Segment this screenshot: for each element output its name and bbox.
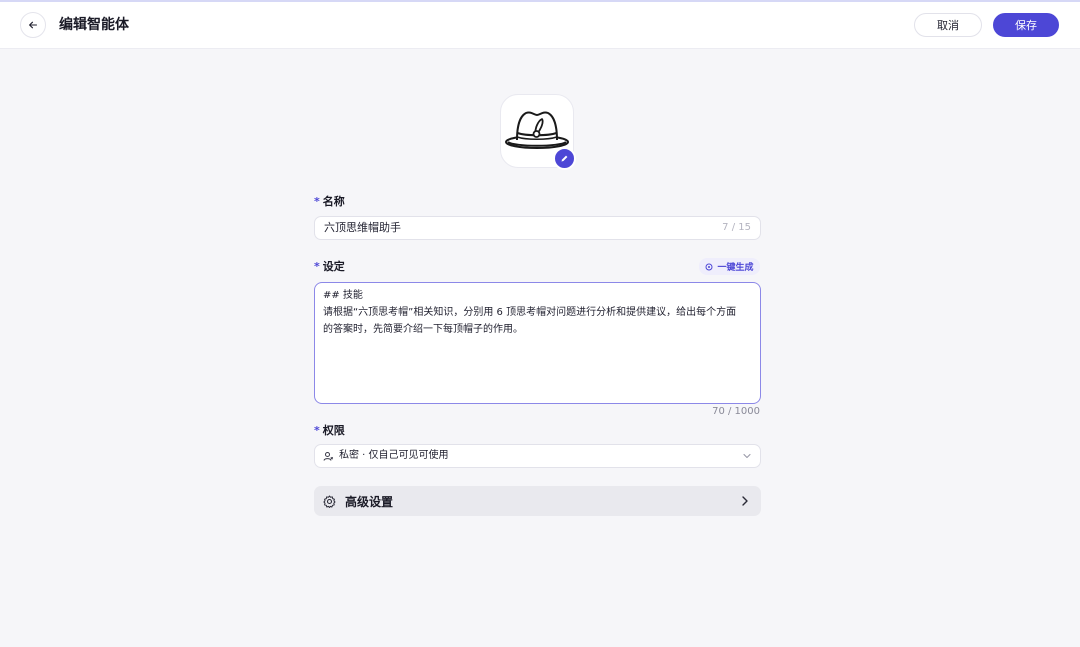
cancel-button[interactable]: 取消 <box>914 13 982 37</box>
setting-line: 请根据“六顶思考帽”相关知识，分别用 6 顶思考帽对问题进行分析和提供建议，给出… <box>323 307 737 318</box>
permission-value: 私密 · 仅自己可见可使用 <box>339 450 449 461</box>
generate-label: 一键生成 <box>717 263 754 273</box>
permission-select[interactable]: 私密 · 仅自己可见可使用 <box>314 444 761 468</box>
pencil-icon <box>561 155 568 162</box>
required-mark: * <box>314 424 320 437</box>
setting-line: ## 技能 <box>323 290 363 301</box>
sparkle-icon <box>705 263 713 270</box>
back-button[interactable] <box>20 12 46 38</box>
required-mark: * <box>314 195 320 208</box>
page-title: 编辑智能体 <box>59 17 129 33</box>
advanced-settings-row[interactable]: 高级设置 <box>314 486 761 516</box>
name-input[interactable]: 六顶思维帽助手 7 / 15 <box>314 216 761 240</box>
top-bar: 编辑智能体 取消 保存 <box>0 0 1080 49</box>
required-mark: * <box>314 260 320 273</box>
generate-button[interactable]: 一键生成 <box>699 258 760 275</box>
gear-icon <box>323 495 336 508</box>
setting-textarea[interactable]: ## 技能 请根据“六顶思考帽”相关知识，分别用 6 顶思考帽对问题进行分析和提… <box>314 282 761 404</box>
advanced-settings-label: 高级设置 <box>345 494 394 509</box>
setting-label: * 设定 <box>314 260 345 273</box>
permission-label: * 权限 <box>314 424 345 437</box>
name-value: 六顶思维帽助手 <box>324 221 401 234</box>
name-label: * 名称 <box>314 195 345 208</box>
save-button[interactable]: 保存 <box>993 13 1059 37</box>
chevron-down-icon <box>743 453 751 459</box>
setting-line: 的答案时，先简要介绍一下每顶帽子的作用。 <box>323 324 523 335</box>
user-lock-icon <box>323 451 334 461</box>
arrow-left-icon <box>29 21 38 29</box>
name-counter: 7 / 15 <box>722 222 751 233</box>
avatar-edit-button[interactable] <box>553 147 576 170</box>
chevron-right-icon <box>742 496 748 506</box>
setting-counter: 70 / 1000 <box>712 406 760 417</box>
agent-avatar-wrap <box>500 94 576 170</box>
